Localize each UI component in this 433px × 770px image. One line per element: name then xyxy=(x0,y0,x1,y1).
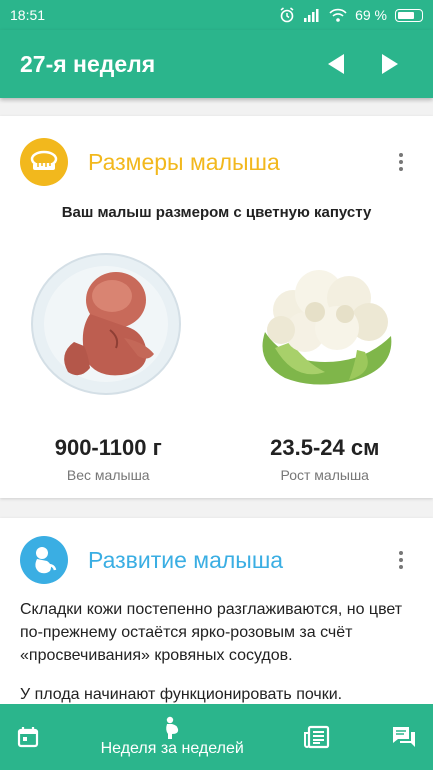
size-images xyxy=(0,237,433,407)
fetus-image xyxy=(31,253,182,395)
battery-text: 69 % xyxy=(355,7,387,23)
size-stats: 900-1100 г Вес малыша 23.5-24 см Рост ма… xyxy=(0,435,433,483)
chevron-left-icon xyxy=(328,54,344,74)
dev-card-title: Развитие малыша xyxy=(88,546,284,573)
weight-value: 900-1100 г xyxy=(54,435,162,460)
articles-icon xyxy=(304,725,330,749)
nav-week-by-week[interactable]: Неделя за неделей xyxy=(101,716,244,758)
size-badge xyxy=(20,138,68,186)
nav-articles[interactable] xyxy=(304,725,330,749)
weight-stat: 900-1100 г Вес малыша xyxy=(18,435,198,483)
dev-card-menu-button[interactable] xyxy=(389,548,413,572)
nav-calendar[interactable] xyxy=(16,725,40,749)
next-week-button[interactable] xyxy=(369,42,413,86)
length-label: Рост малыша xyxy=(280,467,369,483)
size-card-header: Размеры малыша xyxy=(0,116,433,186)
wifi-icon xyxy=(329,8,347,22)
calendar-icon xyxy=(17,727,39,748)
length-value: 23.5-24 см xyxy=(270,435,380,460)
signal-icon xyxy=(304,9,319,22)
alarm-icon xyxy=(280,7,294,23)
length-stat: 23.5-24 см Рост малыша xyxy=(235,435,415,483)
chat-icon xyxy=(392,727,415,747)
chevron-right-icon xyxy=(382,54,398,74)
battery-icon xyxy=(395,8,423,22)
dev-badge xyxy=(20,536,68,584)
bottom-nav: Неделя за неделей xyxy=(0,704,433,770)
cauliflower-image xyxy=(262,270,392,385)
baby-icon xyxy=(35,547,57,574)
nav-week-by-week-label: Неделя за неделей xyxy=(100,740,244,757)
pregnancy-icon xyxy=(166,716,179,739)
size-card-menu-button[interactable] xyxy=(389,150,413,174)
weight-label: Вес малыша xyxy=(66,467,150,483)
status-bar: 18:51 69 % xyxy=(0,0,433,30)
dev-card-header: Развитие малыша xyxy=(0,518,433,584)
size-card-title: Размеры малыша xyxy=(88,148,280,175)
nav-chat[interactable] xyxy=(391,725,417,749)
size-comparison: Ваш малыш размером с цветную капусту xyxy=(61,204,372,221)
prev-week-button[interactable] xyxy=(313,42,357,86)
status-time: 18:51 xyxy=(10,7,46,23)
page-title: 27-я неделя xyxy=(20,50,156,77)
app-bar: 27-я неделя xyxy=(0,30,433,98)
dev-paragraph-1: Складки кожи постепенно разглаживаются, … xyxy=(20,601,403,664)
baby-size-card: Размеры малыша Ваш малыш размером с цвет… xyxy=(0,116,433,498)
status-icons: 69 % xyxy=(279,7,423,23)
tape-measure-icon xyxy=(30,150,58,170)
